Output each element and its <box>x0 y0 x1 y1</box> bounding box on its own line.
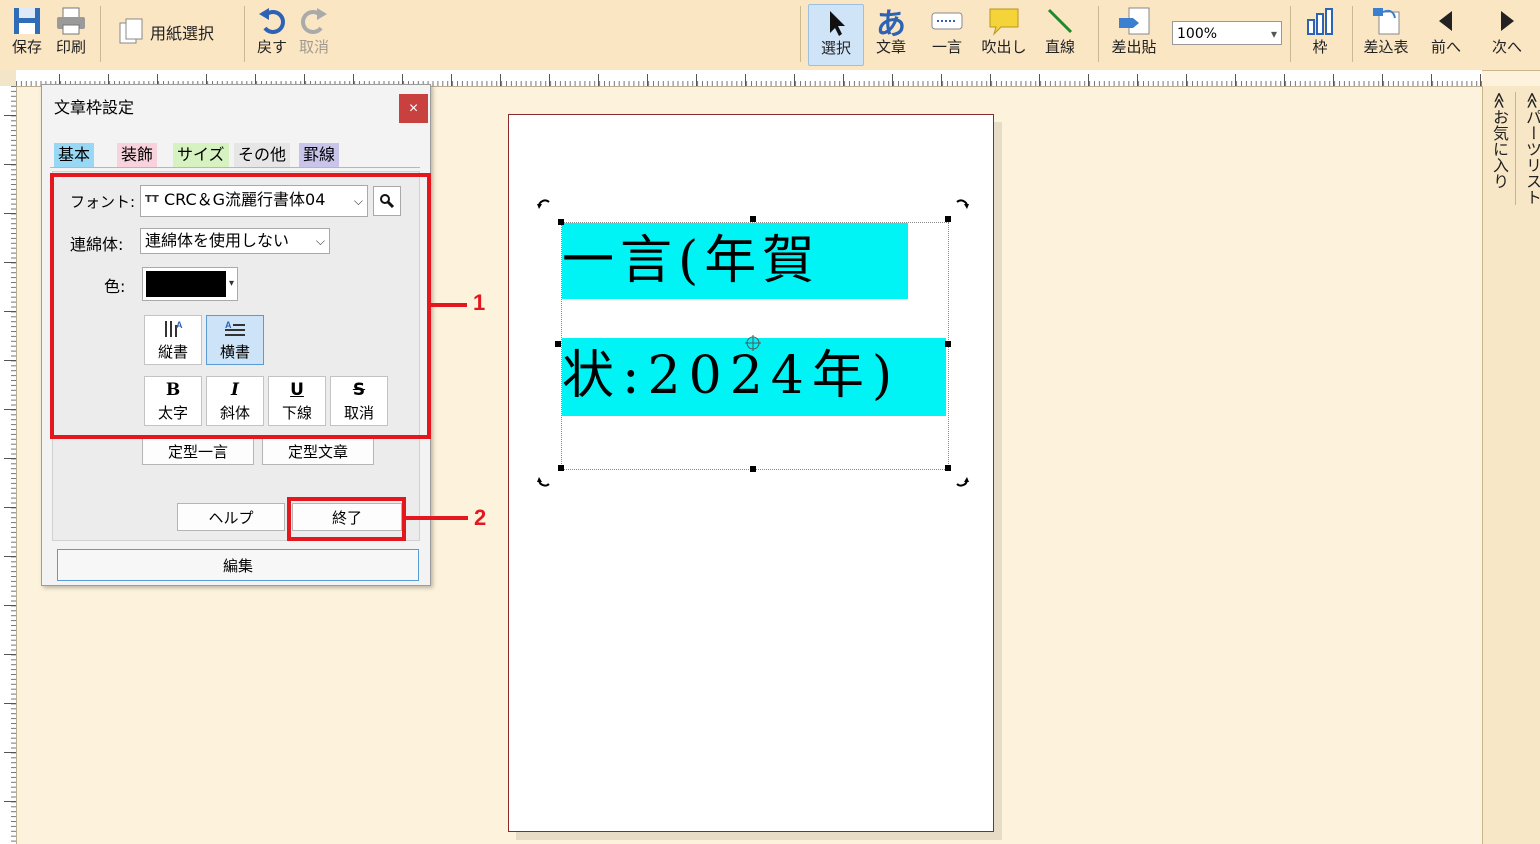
template-text-button[interactable]: 定型文章 <box>262 437 374 465</box>
zoom-value: 100% <box>1177 26 1218 42</box>
next-button[interactable]: 次へ <box>1484 4 1530 64</box>
close-icon: × <box>408 99 419 117</box>
vertical-ruler-ticks <box>0 86 16 844</box>
toolbar-separator <box>1352 6 1353 62</box>
phrase-tool-button[interactable]: 一言 <box>924 4 970 64</box>
parts-list-tab[interactable]: ≪パーツリスト <box>1515 92 1540 205</box>
balloon-tool-button[interactable]: 吹出し <box>978 4 1030 64</box>
print-label: 印刷 <box>55 38 86 56</box>
save-button[interactable]: 保存 <box>6 4 48 64</box>
text-a-icon: あ <box>876 7 906 42</box>
line-tool-button[interactable]: 直線 <box>1038 4 1082 64</box>
redo-button[interactable]: 取消 <box>294 4 334 64</box>
text-tool-button[interactable]: あ 文章 <box>868 4 914 64</box>
callout-line-1 <box>431 303 467 307</box>
tab-border[interactable]: 罫線 <box>299 143 340 167</box>
callout-box-1 <box>50 173 431 439</box>
save-label: 保存 <box>11 38 42 56</box>
print-button[interactable]: 印刷 <box>50 4 92 64</box>
balloon-label: 吹出し <box>981 38 1027 56</box>
tab-other[interactable]: その他 <box>234 143 291 167</box>
undo-button[interactable]: 戻す <box>252 4 292 64</box>
cursor-arrow-icon <box>824 5 848 39</box>
merge-table-label: 差込表 <box>1363 38 1409 56</box>
prev-label: 前へ <box>1430 38 1461 56</box>
move-crosshair-icon[interactable] <box>744 334 762 356</box>
toolbar: 保存 印刷 用紙選択 戻す 取消 選択 あ 文章 一言 吹出し 直線 差出貼 1… <box>0 0 1540 71</box>
callout-number-1: 1 <box>473 290 486 315</box>
undo-label: 戻す <box>256 38 287 56</box>
side-panel: ≪お気に入り ≪パーツリスト <box>1482 86 1540 844</box>
ruler-corner <box>0 70 17 87</box>
redo-icon <box>299 4 329 38</box>
merge-table-button[interactable]: 差込表 <box>1358 4 1414 64</box>
tab-size[interactable]: サイズ <box>173 143 229 167</box>
callout-number-2: 2 <box>474 505 487 530</box>
paper-select-label: 用紙選択 <box>150 24 215 43</box>
help-button[interactable]: ヘルプ <box>177 503 285 531</box>
frame-label: 枠 <box>1312 38 1328 56</box>
toolbar-separator <box>100 6 101 62</box>
rotate-handle-icon[interactable] <box>954 474 970 494</box>
phrase-box-icon <box>931 4 963 38</box>
resize-handle[interactable] <box>750 216 756 222</box>
resize-handle[interactable] <box>555 341 561 347</box>
resize-handle[interactable] <box>558 465 564 471</box>
frame-bars-icon <box>1305 4 1335 38</box>
frame-button[interactable]: 枠 <box>1298 4 1342 64</box>
tab-basic[interactable]: 基本 <box>54 143 95 167</box>
callout-box-2 <box>287 497 406 541</box>
resize-handle[interactable] <box>750 466 756 472</box>
prev-button[interactable]: 前へ <box>1424 4 1468 64</box>
callout-line-2 <box>406 516 468 520</box>
close-button[interactable]: × <box>399 94 428 123</box>
merge-table-icon <box>1369 4 1403 38</box>
template-phrase-button[interactable]: 定型一言 <box>142 437 254 465</box>
resize-handle[interactable] <box>945 216 951 222</box>
select-tool-button[interactable]: 選択 <box>808 4 864 66</box>
toolbar-separator <box>800 6 801 62</box>
paper-select-button[interactable]: 用紙選択 <box>116 16 228 52</box>
rotate-handle-icon[interactable] <box>954 196 970 216</box>
favorites-tab[interactable]: ≪お気に入り <box>1485 92 1511 189</box>
tab-decoration[interactable]: 装飾 <box>117 143 158 167</box>
dialog-title: 文章枠設定 <box>54 98 135 117</box>
speech-balloon-icon <box>987 4 1021 38</box>
toolbar-separator <box>244 6 245 62</box>
resize-handle[interactable] <box>945 341 951 347</box>
phrase-label: 一言 <box>931 38 962 56</box>
line-label: 直線 <box>1044 38 1075 56</box>
paper-icon <box>116 17 146 51</box>
triangle-left-icon <box>1436 4 1456 38</box>
rotate-handle-icon[interactable] <box>536 474 552 494</box>
toolbar-separator <box>1098 6 1099 62</box>
save-icon <box>12 4 42 38</box>
edit-button[interactable]: 編集 <box>57 549 419 581</box>
resize-handle[interactable] <box>558 219 564 225</box>
rotate-handle-icon[interactable] <box>536 196 552 216</box>
zoom-select[interactable]: 100% ▾ <box>1172 21 1282 45</box>
sender-paste-label: 差出貼 <box>1111 38 1157 56</box>
text-line-1: 一言(年賀 <box>562 223 908 299</box>
chevron-down-icon: ▾ <box>1270 27 1277 41</box>
sender-paste-button[interactable]: 差出貼 <box>1104 4 1164 64</box>
text-label: 文章 <box>875 38 906 56</box>
toolbar-separator <box>1290 6 1291 62</box>
triangle-right-icon <box>1497 4 1517 38</box>
select-label: 選択 <box>820 39 851 57</box>
resize-handle[interactable] <box>945 465 951 471</box>
tab-divider <box>50 167 420 168</box>
undo-icon <box>257 4 287 38</box>
diagonal-line-icon <box>1045 4 1075 38</box>
redo-label: 取消 <box>298 38 329 56</box>
vertical-ruler <box>0 86 17 844</box>
sender-paste-icon <box>1117 4 1151 38</box>
next-label: 次へ <box>1491 38 1522 56</box>
printer-icon <box>55 4 87 38</box>
